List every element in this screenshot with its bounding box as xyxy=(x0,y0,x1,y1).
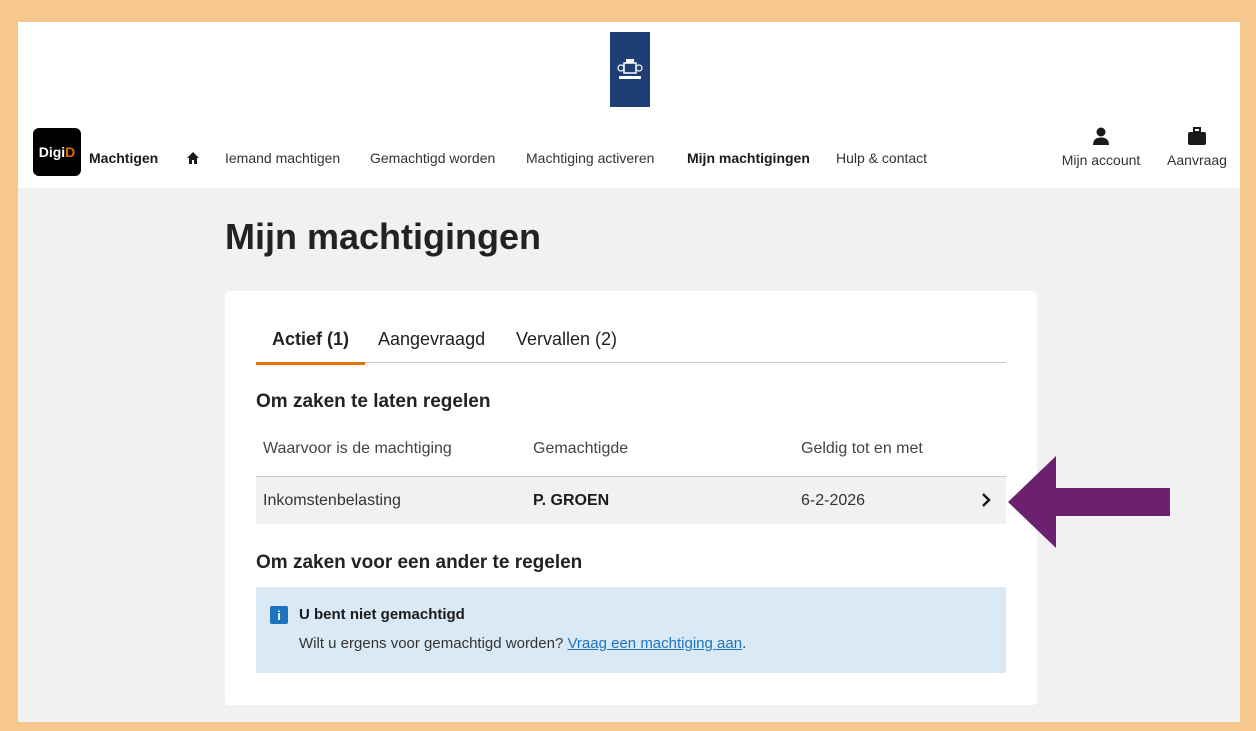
annotation-arrow-icon xyxy=(1008,456,1170,548)
nav-gemachtigd-worden[interactable]: Gemachtigd worden xyxy=(370,150,495,166)
account-label: Mijn account xyxy=(1061,152,1141,168)
info-text-suffix: . xyxy=(742,635,747,652)
authorizations-card: Actief (1) Aangevraagd Vervallen (2) Om … xyxy=(225,291,1037,705)
section-heading-laten-regelen: Om zaken te laten regelen xyxy=(256,391,491,412)
tab-bar: Actief (1) Aangevraagd Vervallen (2) xyxy=(256,323,1006,365)
nav-iemand-machtigen[interactable]: Iemand machtigen xyxy=(225,150,340,166)
info-text: Wilt u ergens voor gemachtigd worden? Vr… xyxy=(299,635,746,652)
digid-logo-text: Digi xyxy=(38,144,66,160)
app-name[interactable]: Machtigen xyxy=(89,150,158,166)
nav-hulp-contact[interactable]: Hulp & contact xyxy=(836,150,927,166)
digid-logo[interactable]: Digi D xyxy=(33,128,81,176)
site-header: Digi D Machtigen Iemand machtigen Gemacht… xyxy=(18,22,1240,188)
digid-logo-accent: D xyxy=(65,144,76,160)
tab-actief[interactable]: Actief (1) xyxy=(256,329,366,365)
column-header-authorized: Gemachtigde xyxy=(533,440,629,457)
chevron-right-icon[interactable] xyxy=(980,491,992,509)
page-title: Mijn machtigingen xyxy=(225,216,542,257)
aanvraag-label: Aanvraag xyxy=(1167,152,1227,168)
row-valid-until: 6-2-2026 xyxy=(801,492,866,509)
main-nav: Digi D Machtigen Iemand machtigen Gemacht… xyxy=(18,118,1240,188)
column-header-subject: Waarvoor is de machtiging xyxy=(263,440,452,457)
table-row[interactable]: Inkomstenbelasting P. GROEN 6-2-2026 xyxy=(256,476,1006,524)
browser-frame: Digi D Machtigen Iemand machtigen Gemacht… xyxy=(18,22,1240,722)
column-header-valid-until: Geldig tot en met xyxy=(801,440,923,457)
tab-aangevraagd[interactable]: Aangevraagd xyxy=(378,329,485,362)
coat-of-arms-icon xyxy=(617,58,643,79)
row-authorized: P. GROEN xyxy=(533,492,610,509)
user-icon xyxy=(1093,127,1109,145)
info-title: U bent niet gemachtigd xyxy=(299,606,465,623)
section-heading-voor-een-ander: Om zaken voor een ander te regelen xyxy=(256,552,583,573)
request-authorization-link[interactable]: Vraag een machtiging aan xyxy=(567,635,742,652)
rijksoverheid-logo xyxy=(610,32,650,107)
aanvraag-link[interactable]: Aanvraag xyxy=(1164,126,1230,168)
home-icon[interactable] xyxy=(186,151,200,165)
nav-mijn-machtigingen[interactable]: Mijn machtigingen xyxy=(687,150,810,166)
nav-machtiging-activeren[interactable]: Machtiging activeren xyxy=(526,150,654,166)
briefcase-icon xyxy=(1188,127,1206,145)
account-link[interactable]: Mijn account xyxy=(1058,126,1144,168)
row-subject: Inkomstenbelasting xyxy=(263,492,401,509)
main-content: Mijn machtigingen Actief (1) Aangevraagd… xyxy=(18,188,1240,722)
info-message: i U bent niet gemachtigd Wilt u ergens v… xyxy=(256,587,1006,673)
tab-vervallen[interactable]: Vervallen (2) xyxy=(516,329,617,362)
info-icon: i xyxy=(270,606,288,624)
info-text-prefix: Wilt u ergens voor gemachtigd worden? xyxy=(299,635,568,652)
